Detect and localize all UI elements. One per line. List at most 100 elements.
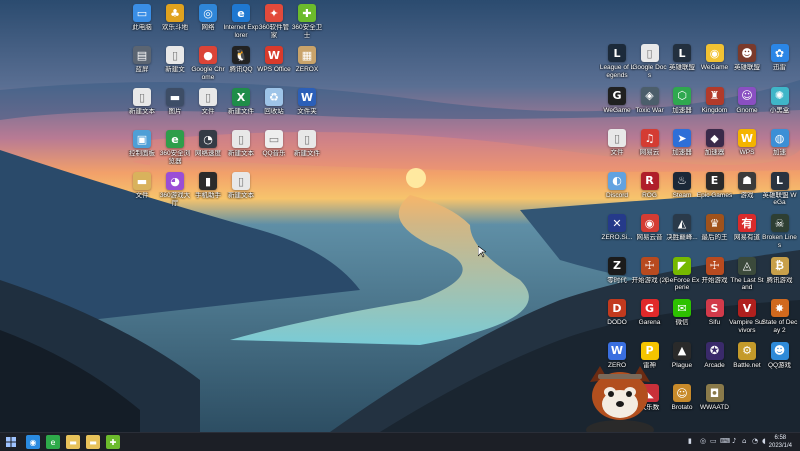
desktop-icon[interactable]: ✚ 360安全卫士 [290,4,324,50]
desktop-icon[interactable]: ☗ 游戏 [730,171,764,218]
desktop-icon[interactable]: ◕ 360游戏大厅 [158,172,192,218]
desktop-icon[interactable]: Z 零时代 [600,256,634,303]
file-explorer-icon[interactable]: ▬ [66,435,80,449]
desktop-icon[interactable]: ☺ Gnome [730,86,764,133]
desktop-icon[interactable]: ◔ 网络速度 [191,130,225,176]
desktop-icon[interactable]: ♨ Steam [665,171,699,218]
browser-icon: e [166,130,184,148]
desktop-icon[interactable]: ☩ 开始游戏 [698,256,732,303]
desktop-icon[interactable]: ◬ The Last Stand [730,256,764,303]
desktop-icon[interactable]: ▬ 文件 [125,172,159,218]
desktop-icon[interactable]: ▤ 蓝屏 [125,46,159,92]
desktop-icon[interactable]: X 新建文件 [224,88,258,134]
taskbar-clock[interactable]: 6:58 2023/1/4 [769,434,792,450]
desktop-icon[interactable]: ▬ 图片 [158,88,192,134]
game-icon: D [608,299,626,317]
desktop-icon[interactable]: ♛ 最后的王 [698,214,732,260]
desktop-icon[interactable]: ▣ 控制面板 [125,130,159,176]
desktop-icon[interactable]: L 英雄联盟 [665,44,699,90]
desktop-icon[interactable]: ☺ Brotato [665,384,699,430]
keyboard-icon[interactable]: ⌨ [720,437,730,445]
desktop-icon[interactable]: ✸ State of Decay 2 [762,299,797,345]
desktop-icon[interactable]: V Vampire Survivors [729,299,765,345]
desktop-icon[interactable]: ▯ 新建文本 [125,88,159,134]
wegame-icon: ◉ [705,44,724,62]
desktop-icon[interactable]: ✺ 小黑盒 [763,86,797,133]
desktop-icon[interactable]: 🐧 腾讯QQ [224,46,258,92]
volume-icon[interactable]: ◖ [762,437,766,445]
display-icon[interactable]: ▭ [710,437,717,445]
desktop-icon[interactable]: ◭ 决胜巅峰... [665,214,699,260]
folder-icon: ▬ [133,172,151,190]
360-browser-icon[interactable]: e [46,435,60,449]
desktop-icon[interactable]: ₿ 腾讯游戏 [763,256,797,303]
desktop-icon[interactable]: ◍ 加速 [763,129,797,175]
desktop-icon[interactable]: ⬡ 加速器 [665,86,699,133]
desktop-icon[interactable]: ▯ 新建文本 [224,172,258,218]
desktop-icon[interactable]: ☻ QQ游戏 [763,341,797,388]
desktop-icon[interactable]: ◈ Toxic War [633,86,667,133]
desktop-icon[interactable]: ▯ 文件 [191,88,225,134]
desktop-icon[interactable]: ✕ ZERO.Si... [600,214,634,260]
desktop-icon[interactable]: ♣ 欢乐斗地 [158,4,192,50]
desktop-icon[interactable]: ▯ 新建文 [158,46,192,92]
input-method-icon[interactable]: ⌂ [742,437,746,445]
desktop-icon[interactable]: 有网易有道 [730,214,764,260]
desktop-icon[interactable]: ◘ WWAATD [698,384,732,430]
battery-icon[interactable]: ▮ [688,437,692,445]
desktop-icon-label: WPS [739,149,755,156]
desktop-icon[interactable]: ◆ 加速器 [698,129,732,175]
desktop-icon[interactable]: L 英雄联盟 WeGa [763,171,797,218]
desktop-icon[interactable]: ✪ Arcade [698,341,732,388]
desktop-icon[interactable]: G Garena [633,299,667,345]
desktop-icon[interactable]: ● Google Chrome [191,46,225,92]
desktop-icon[interactable]: E Epic Games [697,171,732,218]
desktop-icon[interactable]: ◐ Discord [600,171,634,218]
desktop-icon[interactable]: ☠ Broken Lines [762,214,797,260]
network-icon[interactable]: ◎ [700,437,706,445]
desktop-icon[interactable]: ▯ 文件 [600,129,634,175]
desktop-icon[interactable]: ▦ ZEROX [290,46,324,92]
documents-icon[interactable]: ▬ [86,435,100,449]
desktop-icon[interactable]: ▯ 新建文本 [224,130,258,176]
file-icon: ▯ [133,88,151,106]
desktop-icon[interactable]: G WeGame [600,86,634,133]
desktop-icon[interactable]: ♫ 网易云 [633,129,667,175]
browser-icon[interactable]: ◉ [26,435,40,449]
desktop-icon-label: 网易有道 [734,234,760,241]
desktop-icon[interactable]: ◉ WeGame [698,44,732,90]
desktop-icon[interactable]: ✿ 迅雷 [763,44,797,90]
desktop-icon[interactable]: ♜ Kingdom [698,86,732,133]
desktop-icon-label: 迅雷 [773,64,786,71]
desktop-icon[interactable]: ▯ Google Docs [632,44,667,90]
desktop-icon[interactable]: ♻ 回收站 [257,88,291,134]
desktop-icon[interactable]: ◤ GeForce Experie [665,256,699,303]
desktop-icon[interactable]: ☻ 英雄联盟 [730,44,764,90]
desktop-icon[interactable]: ▭ 此电脑 [125,4,159,50]
desktop-icon[interactable]: S Sifu [698,299,732,345]
desktop-icon[interactable]: ◎ 网络 [191,4,225,50]
desktop-icon[interactable]: W WPS Office [257,46,291,92]
desktop-icon[interactable]: e Internet Explorer [223,4,259,50]
desktop-icon[interactable]: ▮ 手机助手 [191,172,225,218]
desktop-icon[interactable]: ▭ QQ音乐 [257,130,291,176]
desktop-icon[interactable]: ⚙ Battle.net [730,341,764,388]
desktop-icon[interactable]: e 360安全浏览器 [158,130,192,176]
desktop-icon[interactable]: ◉ 网易云音 [633,214,667,260]
mouse-icon: ✺ [770,86,789,105]
desktop-icon[interactable]: L League of Legends [600,44,634,90]
desktop-icon[interactable]: R ROG [633,171,667,218]
desktop-icon[interactable]: ➤ 加速器 [665,129,699,175]
desktop-icon[interactable]: ✉ 微信 [665,299,699,345]
windows-start-icon[interactable] [4,435,18,449]
wifi-icon[interactable]: ◔ [752,437,758,445]
desktop-icon[interactable]: ✦ 360软件管家 [257,4,291,50]
desktop-icon[interactable]: D DODO [600,299,634,345]
desktop-icon[interactable]: ▯ 新建文件 [290,130,324,176]
microphone-icon[interactable]: ♪ [732,437,736,445]
desktop-icon[interactable]: W WPS [730,129,764,175]
desktop-icon[interactable]: ☩ 开始游戏 (2) [632,256,667,303]
desktop-icon[interactable]: ▲ Plague [665,341,699,388]
desktop-icon[interactable]: W 文件夹 [290,88,324,134]
360-icon[interactable]: ✚ [106,435,120,449]
